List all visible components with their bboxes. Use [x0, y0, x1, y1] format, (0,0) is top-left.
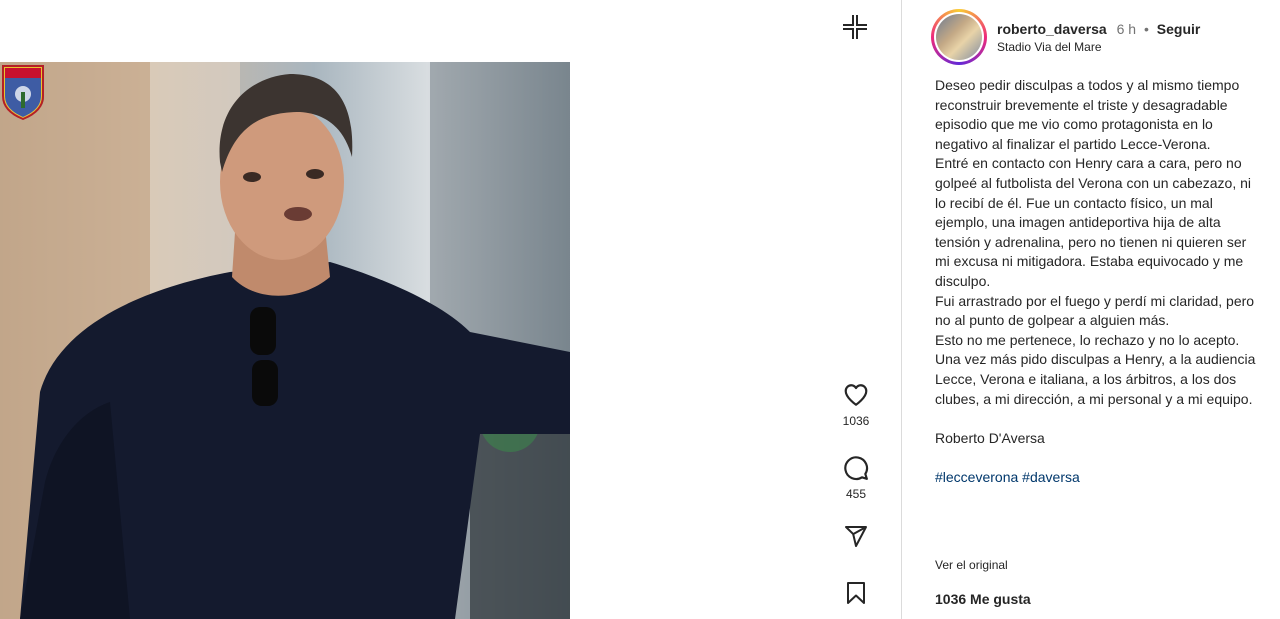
comment-icon[interactable] [843, 455, 869, 481]
coach-photo [0, 62, 570, 619]
location-link[interactable]: Stadio Via del Mare [997, 40, 1102, 54]
share-icon[interactable] [844, 524, 868, 548]
separator-dot: • [1143, 21, 1149, 37]
comment-action: 455 [826, 455, 886, 501]
like-count[interactable]: 1036 [826, 414, 886, 428]
caption-paragraph: Una vez más pido disculpas a Henry, a la… [935, 351, 1256, 407]
username-link[interactable]: roberto_daversa [997, 21, 1107, 37]
post-header: roberto_daversa 6 h • Seguir [997, 21, 1200, 37]
likes-count[interactable]: 1036 Me gusta [935, 591, 1031, 607]
lecce-crest-logo [2, 65, 44, 120]
action-rail: 1036 455 [826, 0, 886, 619]
comment-count[interactable]: 455 [826, 487, 886, 501]
avatar[interactable] [931, 9, 987, 65]
share-action [826, 524, 886, 548]
panel-divider [901, 0, 902, 619]
collapse-icon [843, 15, 867, 39]
caption-paragraph: Fui arrastrado por el fuego y perdí mi c… [935, 292, 1255, 329]
heart-icon[interactable] [843, 382, 869, 408]
hashtags: #lecceverona #daversa [935, 468, 1257, 488]
post-time[interactable]: 6 h [1117, 21, 1136, 37]
like-action: 1036 [826, 382, 886, 428]
follow-button[interactable]: Seguir [1157, 21, 1201, 37]
caption-paragraph: Deseo pedir disculpas a todos y al mismo… [935, 77, 1240, 152]
caption-paragraph: Entré en contacto con Henry cara a cara,… [935, 155, 1252, 289]
caption-signature: Roberto D'Aversa [935, 429, 1045, 446]
avatar-image [936, 14, 982, 60]
post-image[interactable] [0, 62, 570, 619]
save-action [826, 581, 886, 605]
caption: Deseo pedir disculpas a todos y al mismo… [935, 76, 1257, 487]
hashtag-link[interactable]: #daversa [1022, 469, 1080, 485]
caption-paragraph: Esto no me pertenece, lo rechazo y no lo… [935, 331, 1240, 348]
see-original-link[interactable]: Ver el original [935, 558, 1008, 572]
bookmark-icon[interactable] [845, 581, 867, 605]
collapse-button[interactable] [840, 12, 870, 42]
hashtag-link[interactable]: #lecceverona [935, 469, 1018, 485]
